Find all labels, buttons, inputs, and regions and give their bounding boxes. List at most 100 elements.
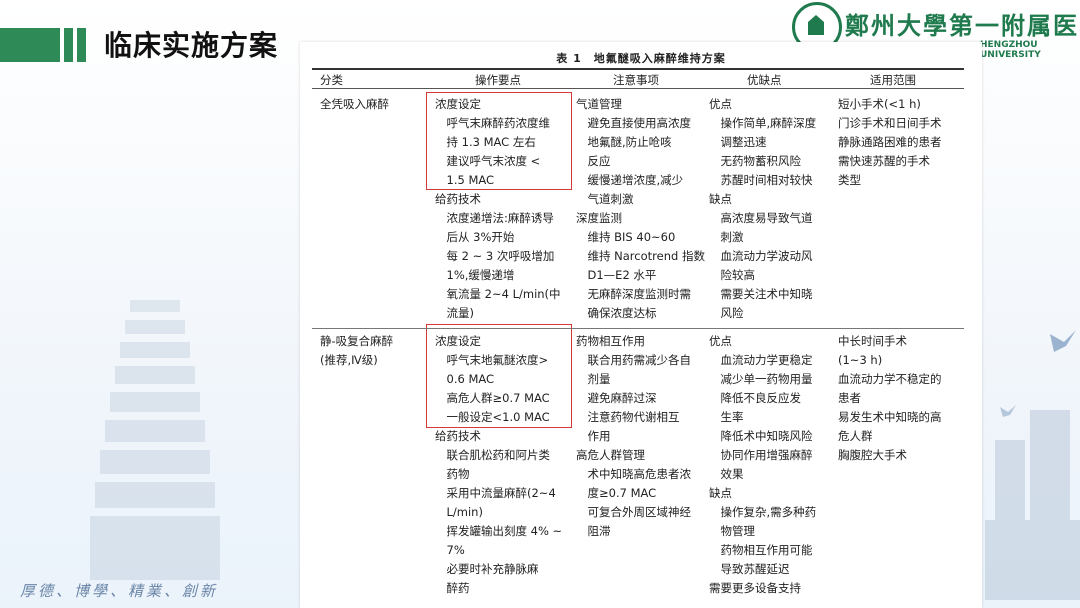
cell-line: 建议呼气末浓度 < xyxy=(435,154,541,168)
cell-line: 联合肌松药和阿片类 xyxy=(435,448,550,462)
cell-line: 险较高 xyxy=(709,268,755,282)
cell-line: 血流动力学波动风 xyxy=(709,249,813,263)
cell-line: 减少单一药物用量 xyxy=(709,372,813,386)
row2-notes: 药物相互作用 联合用药需减少各自 剂量 避免麻醉过深 注意药物代谢相互 作用 高危… xyxy=(576,332,691,541)
row1-notes: 气道管理 避免直接使用高浓度 地氟醚,防止呛咳 反应 缓慢递增浓度,减少 气道刺… xyxy=(576,95,705,323)
cell-line: 地氟醚,防止呛咳 xyxy=(576,135,672,149)
title-accent-bar xyxy=(77,28,86,62)
cell-line: 优点 xyxy=(709,334,732,348)
cell-line: 作用 xyxy=(576,429,611,443)
row1-pros-cons: 优点 操作简单,麻醉深度 调整迅速 无药物蓄积风险 苏醒时间相对较快 缺点 高浓度… xyxy=(709,95,816,323)
cell-line: 风险 xyxy=(709,306,744,320)
cell-line: 降低术中知晓风险 xyxy=(709,429,813,443)
row1-scope: 短小手术(<1 h) 门诊手术和日间手术 静脉通路困难的患者 需快速苏醒的手术 类型 xyxy=(838,95,942,190)
cell-line: 血流动力学不稳定的 xyxy=(838,372,942,386)
cell-line: 后从 3%开始 xyxy=(435,230,515,244)
cell-line: 需要关注术中知晓 xyxy=(709,287,813,301)
cell-line: 苏醒时间相对较快 xyxy=(709,173,813,187)
cell-line: 药物 xyxy=(435,467,470,481)
school-motto: 厚德、博學、精業、創新 xyxy=(20,582,219,600)
bird-icon xyxy=(1000,405,1016,417)
cell-line: 避免直接使用高浓度 xyxy=(576,116,691,130)
cell-line: 缓慢递增浓度,减少 xyxy=(576,173,684,187)
cell-line: 门诊手术和日间手术 xyxy=(838,116,942,130)
bird-icon xyxy=(1050,330,1076,352)
cell-line: 导致苏醒延迟 xyxy=(709,562,790,576)
cell-line: 呼气末地氟醚浓度> xyxy=(435,353,549,367)
cell-line: 给药技术 xyxy=(435,429,481,443)
cell-line: 中长时间手术 xyxy=(838,334,907,348)
row1-category: 全凭吸入麻醉 xyxy=(320,95,389,114)
cell-line: 需快速苏醒的手术 xyxy=(838,154,930,168)
cell-line: 物管理 xyxy=(709,524,755,538)
cell-line: 全凭吸入麻醉 xyxy=(320,97,389,111)
cell-line: 效果 xyxy=(709,467,744,481)
cell-line: 剂量 xyxy=(576,372,611,386)
cell-line: 短小手术(<1 h) xyxy=(838,97,921,111)
cell-line: 深度监测 xyxy=(576,211,622,225)
header-category: 分类 xyxy=(320,73,343,87)
cell-line: 阻滞 xyxy=(576,524,611,538)
cell-line: 类型 xyxy=(838,173,861,187)
cell-line: 操作简单,麻醉深度 xyxy=(709,116,817,130)
cell-line: 联合用药需减少各自 xyxy=(576,353,691,367)
cell-line: 氧流量 2~4 L/min(中 xyxy=(435,287,561,301)
cell-line: 优点 xyxy=(709,97,732,111)
cell-line: 给药技术 xyxy=(435,192,481,206)
cell-line: 血流动力学更稳定 xyxy=(709,353,813,367)
cell-line: 静脉通路困难的患者 xyxy=(838,135,942,149)
cell-line: 确保浓度达标 xyxy=(576,306,657,320)
document-image: 表 1 地氟醚吸入麻醉维持方案 分类 操作要点 注意事项 优缺点 适用范围 全凭… xyxy=(300,42,982,608)
row1-operation: 浓度设定 呼气末麻醉药浓度维 持 1.3 MAC 左右 建议呼气末浓度 < 1.… xyxy=(435,95,561,323)
cell-line: 无药物蓄积风险 xyxy=(709,154,801,168)
logo-english-text: HENGZHOU UNIVERSITY xyxy=(980,40,1041,60)
cell-line: L/min) xyxy=(435,505,483,519)
cell-line: 1%,缓慢递增 xyxy=(435,268,515,282)
slide-title: 临床实施方案 xyxy=(104,29,279,62)
cell-line: 浓度递增法:麻醉诱导 xyxy=(435,211,554,225)
cell-line: 可复合外周区域神经 xyxy=(576,505,691,519)
cell-line: 持 1.3 MAC 左右 xyxy=(435,135,536,149)
cell-line: 患者 xyxy=(838,391,861,405)
cell-line: 操作复杂,需多种药 xyxy=(709,505,817,519)
cell-line: 一般设定<1.0 MAC xyxy=(435,410,550,424)
cell-line: 刺激 xyxy=(709,230,744,244)
pagoda-watermark xyxy=(90,300,220,580)
cell-line: 易发生术中知晓的高 xyxy=(838,410,942,424)
cell-line: (推荐,Ⅳ级) xyxy=(320,353,378,367)
cell-line: 浓度设定 xyxy=(435,97,481,111)
header-scope: 适用范围 xyxy=(870,73,916,87)
table-top-rule xyxy=(312,68,964,70)
cell-line: 必要时补充静脉麻 xyxy=(435,562,539,576)
header-notes: 注意事项 xyxy=(613,73,659,87)
cell-line: 危人群 xyxy=(838,429,873,443)
cell-line: 协同作用增强麻醉 xyxy=(709,448,813,462)
cell-line: 生率 xyxy=(709,410,744,424)
cell-line: 浓度设定 xyxy=(435,334,481,348)
cell-line: 胸腹腔大手术 xyxy=(838,448,907,462)
row2-scope: 中长时间手术 (1~3 h) 血流动力学不稳定的 患者易发生术中知晓的高 危人群胸腹腔大… xyxy=(838,332,942,465)
cell-line: 维持 Narcotrend 指数 xyxy=(576,249,705,263)
cell-line: 7% xyxy=(435,543,465,557)
cell-line: 1.5 MAC xyxy=(435,173,495,187)
cell-line: 需要更多设备支持 xyxy=(709,581,801,595)
cell-line: 气道管理 xyxy=(576,97,622,111)
cell-line: 流量) xyxy=(435,306,474,320)
cell-line: 度≥0.7 MAC xyxy=(576,486,657,500)
cell-line: 调整迅速 xyxy=(709,135,767,149)
cell-line: 缺点 xyxy=(709,192,732,206)
cell-line: 0.6 MAC xyxy=(435,372,495,386)
cell-line: 醉药 xyxy=(435,581,470,595)
cell-line: (1~3 h) xyxy=(838,353,883,367)
cell-line: D1—E2 水平 xyxy=(576,268,657,282)
cell-line: 采用中流量麻醉(2~4 xyxy=(435,486,556,500)
table-header-rule xyxy=(312,88,964,89)
cell-line: 高浓度易导致气道 xyxy=(709,211,813,225)
title-accent-bar xyxy=(64,28,73,62)
header-pros-cons: 优缺点 xyxy=(747,73,782,87)
cell-line: 气道刺激 xyxy=(576,192,634,206)
cell-line: 高危人群管理 xyxy=(576,448,645,462)
cell-line: 避免麻醉过深 xyxy=(576,391,657,405)
header-operation: 操作要点 xyxy=(475,73,521,87)
cell-line: 反应 xyxy=(576,154,611,168)
